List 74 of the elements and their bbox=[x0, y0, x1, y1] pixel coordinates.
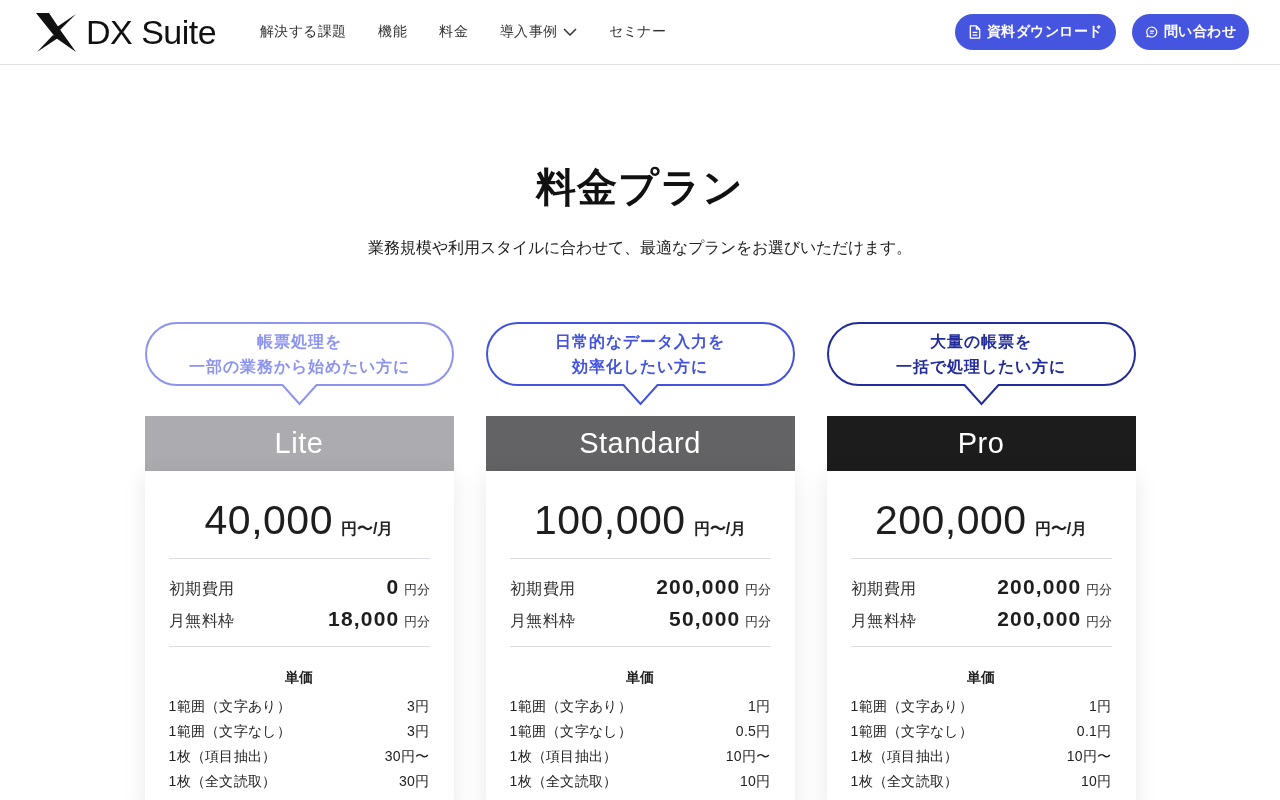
unit-price-value: 30円〜 bbox=[384, 747, 430, 766]
chat-bubble-icon bbox=[1145, 25, 1158, 39]
nav-link[interactable]: 料金 bbox=[439, 23, 469, 41]
unit-price-value: 3円 bbox=[407, 722, 430, 741]
bubble-text: 大量の帳票を bbox=[930, 332, 1032, 352]
fee-label: 月無料枠 bbox=[168, 611, 235, 631]
chevron-down-icon bbox=[562, 28, 577, 36]
document-icon bbox=[968, 25, 981, 39]
contact-button[interactable]: 問い合わせ bbox=[1131, 14, 1249, 50]
download-button[interactable]: 資料ダウンロード bbox=[954, 14, 1116, 50]
unit-price-value: 10円〜 bbox=[725, 747, 771, 766]
bubble-text: 一部の業務から始めたい方に bbox=[188, 357, 410, 377]
unit-price-value: 10円 bbox=[740, 772, 771, 791]
page-subtitle: 業務規模や利用スタイルに合わせて、最適なプランをお選びいただけます。 bbox=[367, 238, 913, 258]
nav-link[interactable]: 導入事例 bbox=[500, 23, 577, 41]
unit-price-value: 10円〜 bbox=[1066, 747, 1112, 766]
unit-price-value: 1円 bbox=[1089, 697, 1112, 716]
unit-price-value: 3円 bbox=[407, 697, 430, 716]
bubble-text: 効率化したい方に bbox=[572, 357, 708, 377]
nav-link[interactable]: 解決する課題 bbox=[260, 23, 347, 41]
unit-price-label: 1枚（項目抽出） bbox=[850, 747, 959, 766]
bubble-text: 帳票処理を bbox=[256, 332, 342, 352]
price-unit: 円〜/月 bbox=[693, 519, 747, 539]
unit-price-value: 0.5円 bbox=[735, 722, 771, 741]
fee-label: 月無料枠 bbox=[850, 611, 917, 631]
price-amount: 100,000 bbox=[533, 496, 686, 544]
unit-price-label: 1範囲（文字あり） bbox=[509, 697, 632, 716]
unit-price-value: 30円 bbox=[399, 772, 430, 791]
unit-price-label: 1範囲（文字なし） bbox=[509, 722, 632, 741]
unit-price-label: 1範囲（文字なし） bbox=[850, 722, 973, 741]
logo-text[interactable]: DX Suite bbox=[86, 12, 217, 52]
fee-amount: 200,000 bbox=[656, 575, 741, 598]
price-amount: 40,000 bbox=[204, 496, 333, 544]
nav-link[interactable]: 機能 bbox=[378, 23, 408, 41]
unit-price-label: 1枚（項目抽出） bbox=[168, 747, 277, 766]
unit-price-value: 0.1円 bbox=[1076, 722, 1112, 741]
bubble-text: 日常的なデータ入力を bbox=[555, 332, 725, 353]
fee-amount: 200,000 bbox=[997, 607, 1082, 630]
unit-price-label: 1枚（項目抽出） bbox=[509, 747, 618, 766]
unit-price-value: 1円 bbox=[748, 697, 771, 716]
page-title: 料金プラン bbox=[534, 164, 745, 211]
nav-link[interactable]: セミナー bbox=[608, 23, 667, 41]
plan-header: Pro bbox=[826, 416, 1136, 471]
fee-unit: 円分 bbox=[1085, 582, 1112, 597]
fee-unit: 円分 bbox=[1085, 614, 1112, 629]
fee-label: 月無料枠 bbox=[509, 611, 576, 631]
fee-amount: 50,000 bbox=[669, 607, 741, 630]
fee-unit: 円分 bbox=[744, 614, 771, 629]
price-unit: 円〜/月 bbox=[1034, 519, 1088, 539]
fee-label: 初期費用 bbox=[168, 579, 235, 599]
unit-price-label: 1枚（全文読取） bbox=[168, 772, 277, 791]
plan-header: Standard bbox=[485, 416, 795, 471]
fee-amount: 18,000 bbox=[328, 607, 400, 630]
price-unit: 円〜/月 bbox=[340, 519, 394, 539]
bubble-text: 一括で処理したい方に bbox=[896, 357, 1066, 377]
plan-header: Lite bbox=[144, 416, 454, 471]
unit-price-heading: 単価 bbox=[625, 668, 655, 687]
fee-label: 初期費用 bbox=[850, 579, 917, 599]
fee-unit: 円分 bbox=[403, 582, 430, 597]
unit-price-label: 1枚（全文読取） bbox=[850, 772, 959, 791]
price-amount: 200,000 bbox=[874, 496, 1027, 544]
unit-price-label: 1範囲（文字あり） bbox=[168, 697, 291, 716]
unit-price-heading: 単価 bbox=[966, 668, 996, 687]
fee-amount: 0 bbox=[386, 575, 400, 598]
unit-price-label: 1範囲（文字なし） bbox=[168, 722, 291, 741]
unit-price-value: 10円 bbox=[1081, 772, 1112, 791]
fee-unit: 円分 bbox=[403, 614, 430, 629]
fee-label: 初期費用 bbox=[509, 579, 576, 599]
unit-price-label: 1枚（全文読取） bbox=[509, 772, 618, 791]
x-logo-icon[interactable] bbox=[36, 12, 76, 52]
fee-amount: 200,000 bbox=[997, 575, 1082, 598]
unit-price-label: 1範囲（文字あり） bbox=[850, 697, 973, 716]
fee-unit: 円分 bbox=[744, 582, 771, 597]
unit-price-heading: 単価 bbox=[284, 668, 314, 687]
